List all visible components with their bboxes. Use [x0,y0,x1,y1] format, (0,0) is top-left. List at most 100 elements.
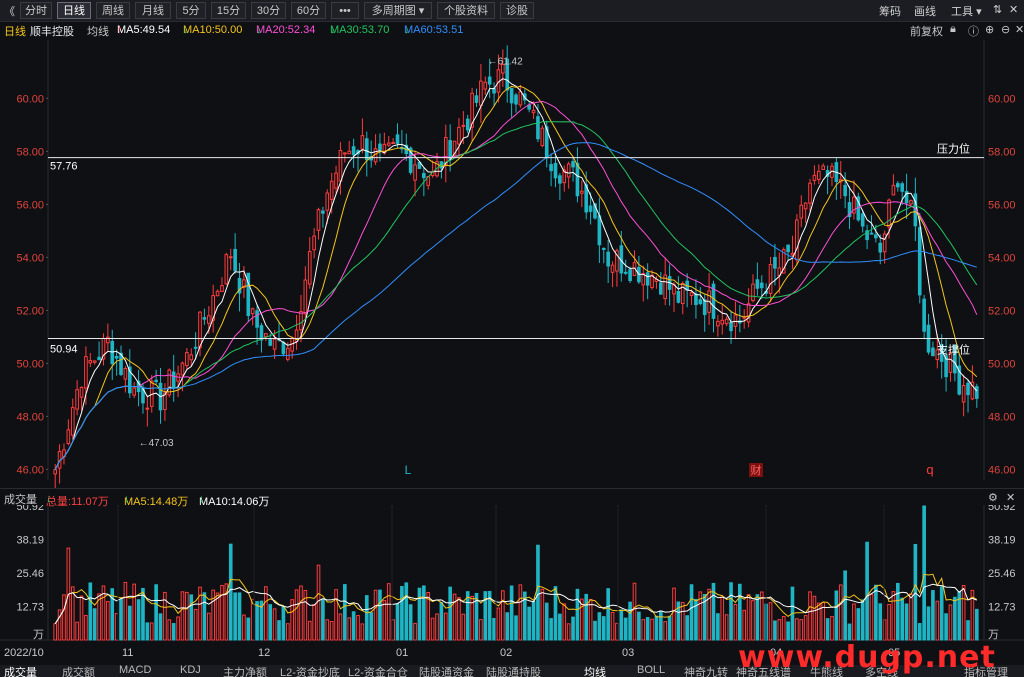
volume-bar [465,591,470,641]
candle-body [84,356,88,389]
volume-bar [852,603,856,641]
volume-bar [531,601,536,641]
tab-kdj[interactable]: KDJ [180,665,201,676]
volume-bar [610,611,615,641]
tab-hk-flow[interactable]: 陆股通资金 [419,665,474,677]
tab-main-net[interactable]: 主力净额 [223,665,267,677]
volume-bar [193,608,198,641]
volume-y-tick-right: 38.19 [988,535,1016,547]
volume-bar [944,613,948,641]
volume-bar [856,608,861,641]
candle-body [698,299,703,305]
volume-bar [413,622,417,641]
candle-body [312,235,316,251]
candle-body [290,337,294,352]
volume-bar [746,594,751,641]
volume-bar [869,593,874,641]
volume-bar [812,595,817,641]
x-tick-label: 03 [622,647,634,659]
settings-icon[interactable]: ⚙ [988,491,998,504]
candle-body [272,338,277,350]
candle-body [206,315,211,324]
candlestick-chart[interactable]: 60.00 60.00 58.00 58.00 56.00 56.00 54.00 54.00… [0,0,1024,665]
tab-macd[interactable]: MACD [119,665,151,676]
volume-bar [237,592,242,641]
candle-body [527,104,531,110]
volume-bar [917,623,922,641]
tab-volume[interactable]: 成交量 [4,665,37,677]
volume-bar [268,604,273,641]
tab-l2-position[interactable]: L2-资金合仓 [348,665,408,677]
volume-bar [909,593,913,641]
candle-body [299,310,303,331]
y-tick-label-right: 50.00 [988,358,1016,370]
volume-bar [329,621,334,641]
volume-bar [382,600,387,641]
candle-body [623,271,628,274]
tab-hk-holding[interactable]: 陆股通持股 [486,665,541,677]
candle-body [887,199,891,228]
candle-body [650,274,654,288]
volume-bar [228,543,233,641]
candle-body [268,339,273,346]
candle-body [553,162,558,179]
volume-bar [926,606,931,641]
candle-body [961,384,966,403]
candle-body [755,279,760,289]
candle-body [224,254,229,285]
watermark: www.dugp.net [738,640,996,675]
close-icon[interactable]: ✕ [1006,491,1015,504]
volume-bar [220,584,224,641]
volume-bar [501,590,505,641]
candle-body [518,91,523,106]
volume-bar [825,618,830,641]
y-tick-label-right: 48.00 [988,411,1016,423]
volume-legend-bar: 成交量 总量:11.07万 ↓ MA5:14.48万 ↓ MA10:14.06万 ↓ … [0,488,1024,508]
volume-bar [255,601,259,641]
volume-bar [404,582,409,641]
volume-ma5-text: MA5:14.48万 [124,496,189,508]
candle-body [917,227,922,296]
candle-body [259,325,264,341]
tab-boll[interactable]: BOLL [637,665,665,676]
volume-bar [948,604,953,641]
y-tick-label-right: 46.00 [988,464,1016,476]
volume-bar [773,620,777,641]
candle-body [75,389,79,410]
candle-body [66,429,71,445]
volume-bar [518,584,523,641]
volume-bar [233,592,237,641]
candle-body [843,184,847,197]
candle-body [228,256,233,259]
volume-bar [386,583,391,641]
y-tick-label-right: 56.00 [988,199,1016,211]
candle-body [536,116,540,140]
candle-body [92,360,97,363]
tab-l2-bottom[interactable]: L2-资金抄底 [280,665,340,677]
volume-bar [720,596,725,641]
volume-bar [316,564,321,641]
volume-bar [132,583,137,641]
volume-bar [641,619,646,641]
tab-magic-nine[interactable]: 神奇九转 [684,665,728,677]
support-label: 支撑位 [937,342,970,356]
candle-body [716,320,720,327]
volume-bar [351,611,356,641]
volume-y-tick-right: 12.73 [988,602,1016,614]
candle-body [334,172,338,189]
y-tick-label-left: 58.00 [16,146,44,158]
candle-body [974,386,979,399]
volume-bar [202,592,207,641]
candle-body [329,180,334,200]
volume-bar [707,588,711,641]
x-tick-label: 2022/10 [4,647,44,659]
candle-body [790,252,795,256]
candle-body [202,317,207,320]
tab-turnover[interactable]: 成交额 [62,665,95,677]
tab-ma[interactable]: 均线 [584,665,606,677]
volume-bar [667,615,672,641]
low-price-label: ←47.03 [139,438,174,449]
candle-body [474,95,479,103]
y-tick-label-left: 54.00 [16,252,44,264]
candle-body [79,386,84,398]
